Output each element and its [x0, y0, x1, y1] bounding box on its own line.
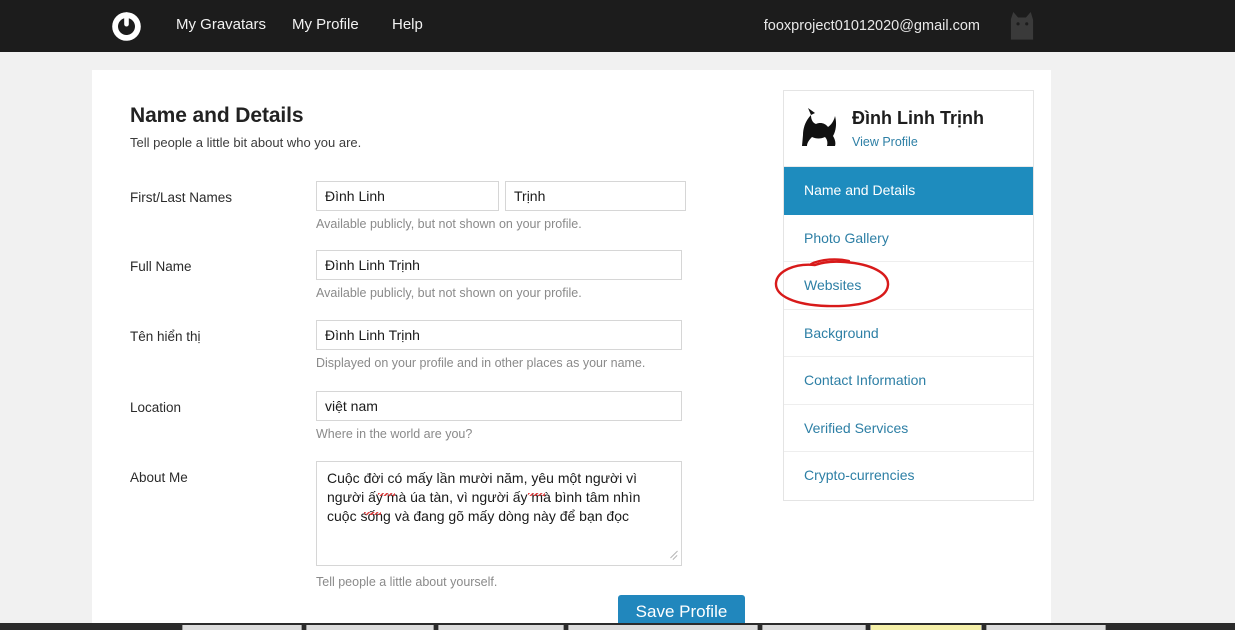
label-location: Location	[130, 400, 182, 415]
location-input[interactable]	[316, 391, 682, 421]
sidebar-item-photo-gallery[interactable]: Photo Gallery	[784, 215, 1033, 262]
page-subtitle: Tell people a little bit about who you a…	[130, 135, 362, 150]
about-me-textarea[interactable]	[316, 461, 682, 566]
os-taskbar	[0, 623, 1235, 630]
sidebar-item-contact-information[interactable]: Contact Information	[784, 357, 1033, 405]
top-navigation-bar: My Gravatars My Profile Help fooxproject…	[0, 0, 1235, 52]
sidebar-profile-name: Đình Linh Trịnh	[852, 108, 984, 128]
nav-link-my-gravatars[interactable]: My Gravatars	[176, 16, 266, 33]
taskbar-button[interactable]	[568, 625, 758, 630]
view-profile-link[interactable]: View Profile	[852, 135, 918, 149]
label-about-me: About Me	[130, 470, 188, 485]
taskbar-button[interactable]	[438, 625, 564, 630]
page-title: Name and Details	[130, 104, 304, 127]
sidebar-item-verified-services[interactable]: Verified Services	[784, 405, 1033, 452]
hint-about-me: Tell people a little about yourself.	[316, 575, 498, 589]
nav-link-help[interactable]: Help	[392, 16, 423, 33]
hint-names: Available publicly, but not shown on you…	[316, 217, 582, 231]
nav-link-my-profile[interactable]: My Profile	[292, 16, 359, 33]
name-and-details-form: Name and Details Tell people a little bi…	[130, 104, 730, 589]
label-display-name: Tên hiển thị	[130, 329, 201, 344]
cat-avatar-icon[interactable]	[794, 105, 842, 153]
sidebar-profile-header: Đình Linh Trịnh View Profile	[784, 91, 1033, 167]
sidebar-item-name-and-details[interactable]: Name and Details	[784, 167, 1033, 215]
hint-full-name: Available publicly, but not shown on you…	[316, 286, 582, 300]
account-email-label[interactable]: fooxproject01012020@gmail.com	[764, 18, 980, 34]
taskbar-button[interactable]	[306, 625, 434, 630]
label-first-last-names: First/Last Names	[130, 190, 233, 205]
taskbar-button[interactable]	[762, 625, 866, 630]
hint-location: Where in the world are you?	[316, 427, 473, 441]
gravatar-logo-icon[interactable]	[110, 10, 143, 43]
full-name-input[interactable]	[316, 250, 682, 280]
last-name-input[interactable]	[505, 181, 686, 211]
display-name-input[interactable]	[316, 320, 682, 350]
hint-display-name: Displayed on your profile and in other p…	[316, 356, 646, 370]
sidebar-item-websites[interactable]: Websites	[784, 262, 1033, 310]
cat-avatar-icon[interactable]	[1003, 8, 1041, 46]
profile-sidebar: Đình Linh Trịnh View Profile Name and De…	[783, 90, 1034, 501]
taskbar-button-active[interactable]	[870, 625, 982, 630]
profile-content-card: Name and Details Tell people a little bi…	[92, 70, 1051, 630]
sidebar-item-crypto-currencies[interactable]: Crypto-currencies	[784, 452, 1033, 500]
taskbar-button[interactable]	[182, 625, 302, 630]
first-name-input[interactable]	[316, 181, 499, 211]
sidebar-item-background[interactable]: Background	[784, 310, 1033, 357]
taskbar-button[interactable]	[986, 625, 1106, 630]
label-full-name: Full Name	[130, 259, 192, 274]
